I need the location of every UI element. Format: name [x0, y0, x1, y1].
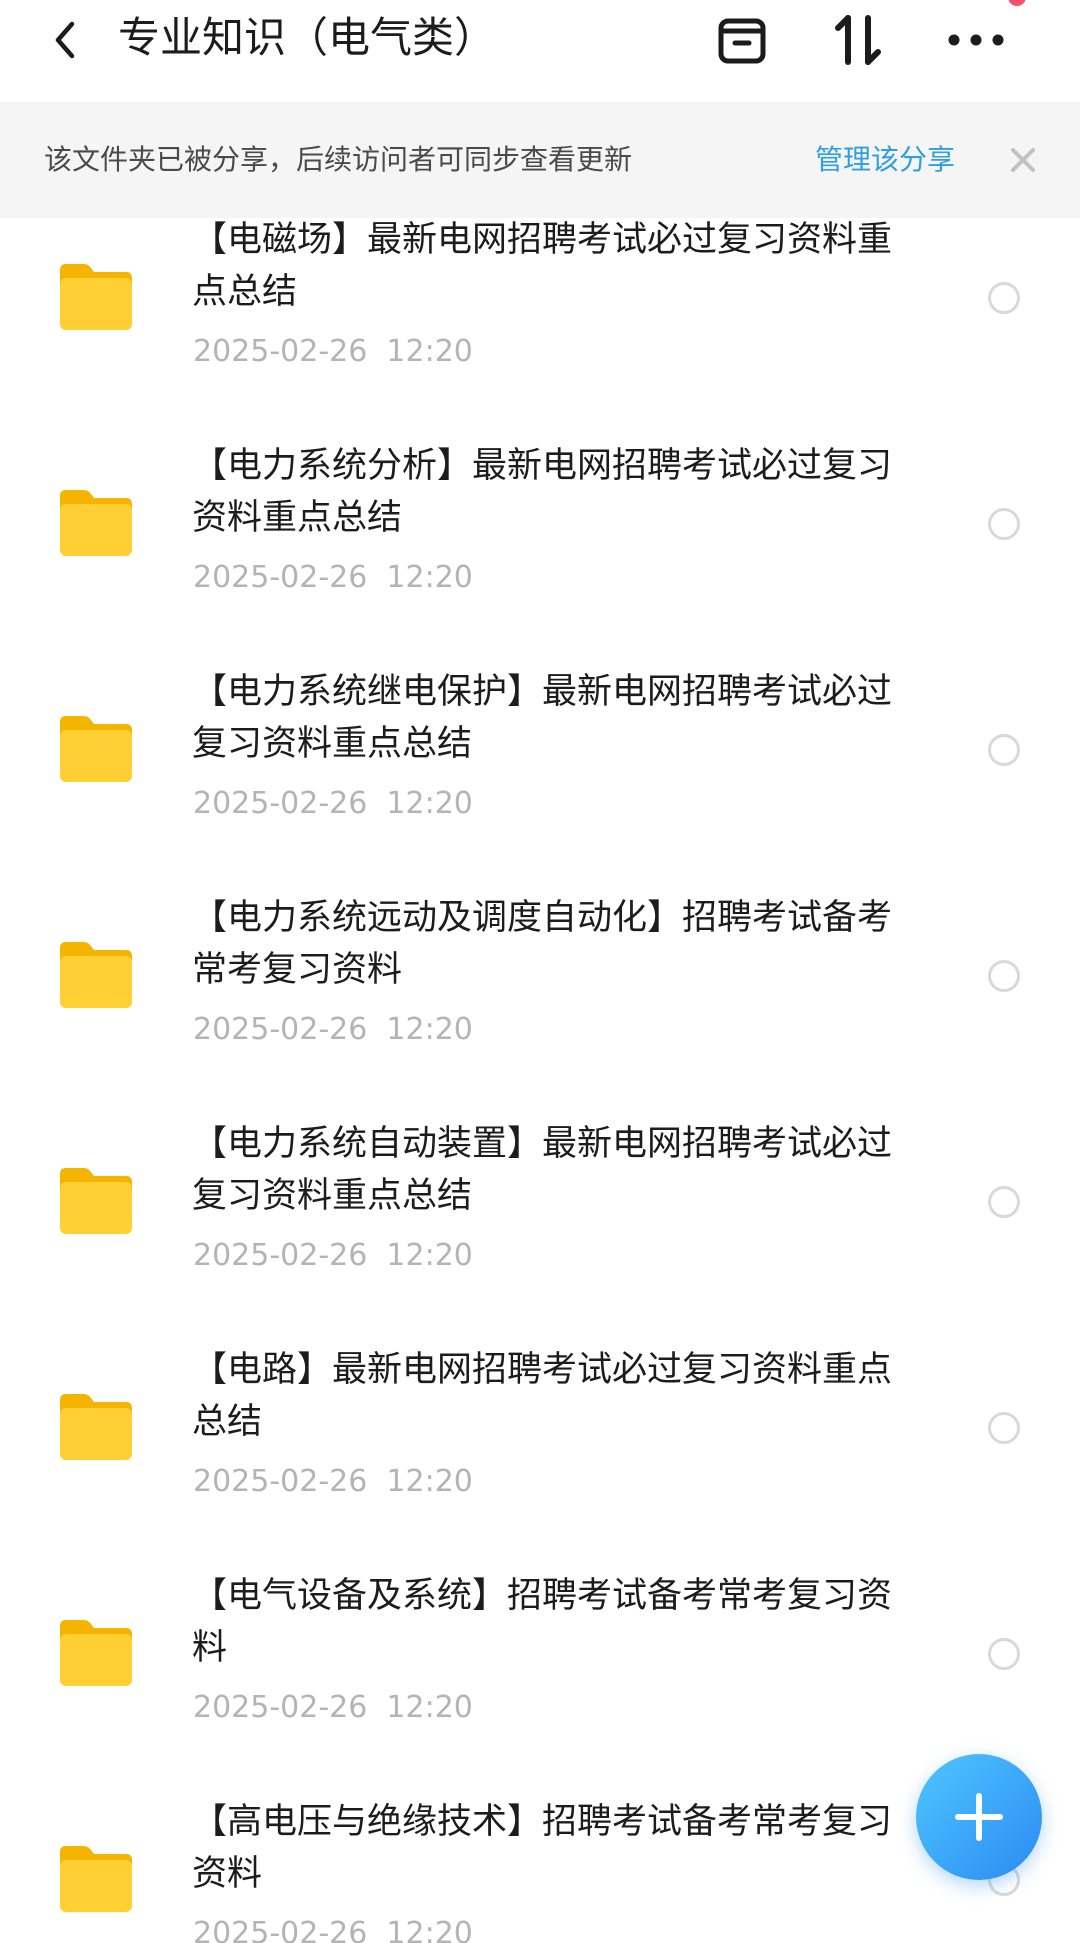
list-item[interactable]: 【电力系统自动装置】最新电网招聘考试必过复习资料重点总结 2025-02-26 …	[0, 1122, 1080, 1348]
top-bar: 专业知识（电气类）	[0, 0, 1080, 102]
folder-name: 【电力系统分析】最新电网招聘考试必过复习资料重点总结	[192, 446, 893, 538]
folder-name: 【电磁场】最新电网招聘考试必过复习资料重点总结	[192, 220, 893, 312]
modified-date: 2025-02-26 12:20	[193, 1012, 473, 1047]
select-radio[interactable]	[988, 282, 1020, 314]
folder-icon	[60, 942, 132, 1008]
folder-name: 【电力系统远动及调度自动化】招聘考试备考常考复习资料	[192, 898, 893, 990]
select-radio[interactable]	[988, 734, 1020, 766]
folder-icon	[60, 490, 132, 556]
modified-date: 2025-02-26 12:20	[193, 1464, 473, 1499]
more-icon	[948, 34, 1004, 46]
inbox-button[interactable]	[710, 8, 774, 72]
folder-name: 【高电压与绝缘技术】招聘考试备考常考复习资料	[192, 1802, 893, 1894]
folder-name: 【电气设备及系统】招聘考试备考常考复习资料	[192, 1576, 893, 1668]
select-radio[interactable]	[988, 508, 1020, 540]
folder-icon	[60, 264, 132, 330]
folder-name: 【电力系统继电保护】最新电网招聘考试必过复习资料重点总结	[192, 672, 893, 764]
more-button[interactable]	[944, 8, 1008, 72]
back-arrow-icon	[55, 21, 75, 59]
share-banner: 该文件夹已被分享，后续访问者可同步查看更新 管理该分享	[0, 102, 1080, 218]
modified-date: 2025-02-26 12:20	[193, 1916, 473, 1943]
sort-button[interactable]	[826, 8, 890, 72]
modified-date: 2025-02-26 12:20	[193, 1690, 473, 1725]
list-item[interactable]: 【电力系统远动及调度自动化】招聘考试备考常考复习资料 2025-02-26 12…	[0, 896, 1080, 1122]
close-icon	[1011, 148, 1035, 172]
list-item[interactable]: 【电磁场】最新电网招聘考试必过复习资料重点总结 2025-02-26 12:20	[0, 218, 1080, 444]
inbox-icon	[718, 18, 766, 64]
add-button[interactable]	[916, 1754, 1042, 1880]
modified-date: 2025-02-26 12:20	[193, 1238, 473, 1273]
folder-icon	[60, 1168, 132, 1234]
file-list-screen: 专业知识（电气类） 该文件夹已被分享，后续访问者可同步查看更新 管理该分享 【电…	[0, 0, 1080, 1943]
modified-date: 2025-02-26 12:20	[193, 786, 473, 821]
plus-icon	[955, 1793, 1003, 1841]
select-radio[interactable]	[988, 960, 1020, 992]
modified-date: 2025-02-26 12:20	[193, 560, 473, 595]
page-title: 专业知识（电气类）	[118, 13, 497, 62]
modified-date: 2025-02-26 12:20	[193, 334, 473, 369]
folder-icon	[60, 1394, 132, 1460]
folder-icon	[60, 1620, 132, 1686]
back-button[interactable]	[40, 10, 90, 70]
select-radio[interactable]	[988, 1186, 1020, 1218]
banner-close-button[interactable]	[1004, 141, 1042, 179]
select-radio[interactable]	[988, 1638, 1020, 1670]
list-item[interactable]: 【电气设备及系统】招聘考试备考常考复习资料 2025-02-26 12:20	[0, 1574, 1080, 1800]
select-radio[interactable]	[988, 1412, 1020, 1444]
list-item[interactable]: 【电路】最新电网招聘考试必过复习资料重点总结 2025-02-26 12:20	[0, 1348, 1080, 1574]
list-item[interactable]: 【电力系统继电保护】最新电网招聘考试必过复习资料重点总结 2025-02-26 …	[0, 670, 1080, 896]
list-item[interactable]: 【电力系统分析】最新电网招聘考试必过复习资料重点总结 2025-02-26 12…	[0, 444, 1080, 670]
notification-dot	[1008, 0, 1026, 6]
share-banner-text: 该文件夹已被分享，后续访问者可同步查看更新	[44, 143, 633, 176]
manage-share-link[interactable]: 管理该分享	[815, 102, 955, 218]
folder-name: 【电力系统自动装置】最新电网招聘考试必过复习资料重点总结	[192, 1124, 893, 1216]
sort-icon	[835, 15, 881, 65]
folder-icon	[60, 716, 132, 782]
folder-name: 【电路】最新电网招聘考试必过复习资料重点总结	[192, 1350, 893, 1442]
folder-icon	[60, 1846, 132, 1912]
